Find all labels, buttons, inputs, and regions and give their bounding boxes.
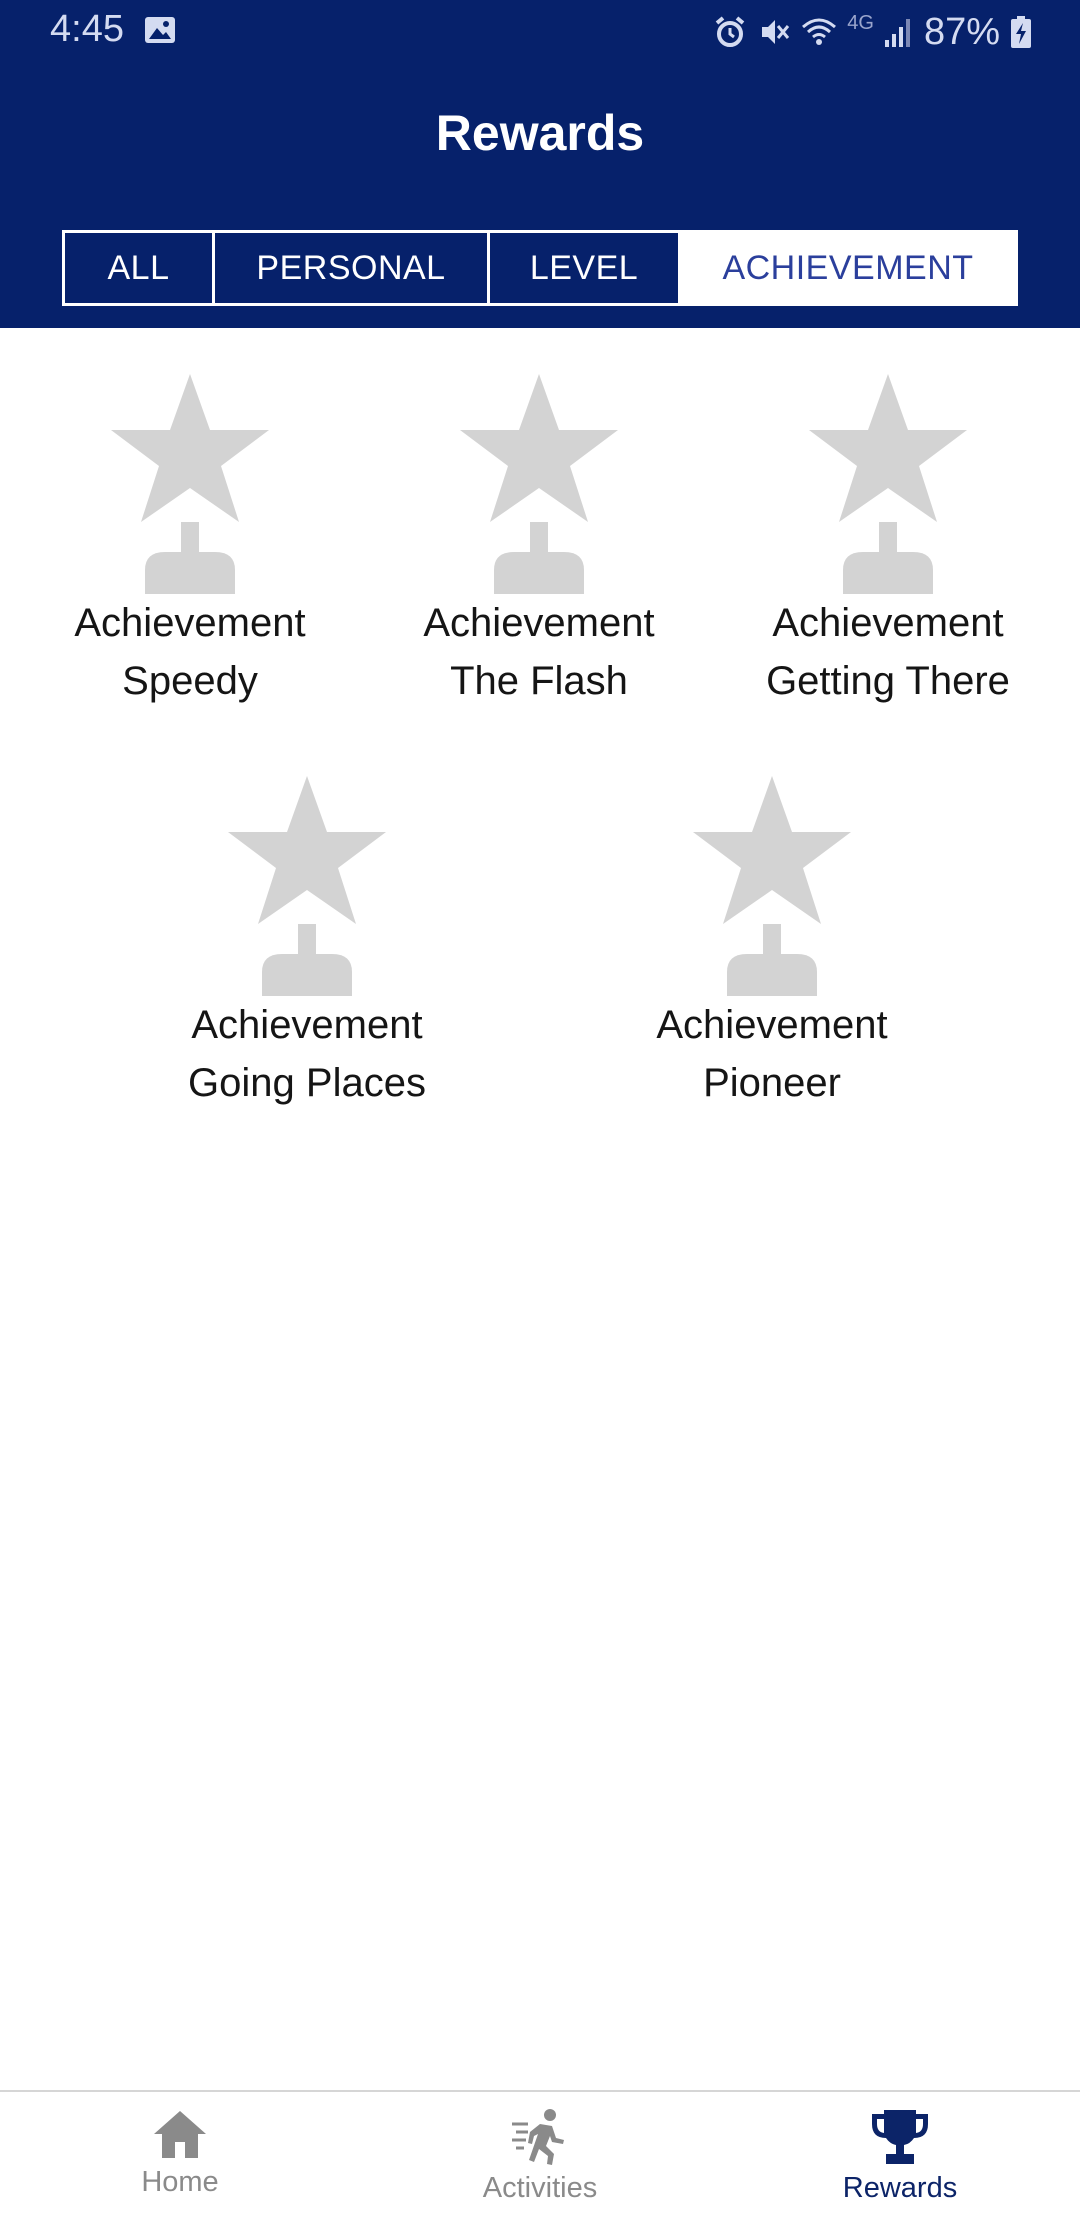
home-icon <box>154 2111 206 2158</box>
nav-home[interactable]: Home <box>0 2092 360 2220</box>
status-bar: 4:45 4G 87% <box>0 0 1080 64</box>
award-title: The Flash <box>450 659 628 703</box>
battery-percentage: 87% <box>923 10 1000 53</box>
signal-icon <box>884 19 910 47</box>
app-header: 4:45 4G 87% Rewards ALL PERSONAL LEVEL A… <box>0 0 1080 328</box>
page-title: Rewards <box>435 105 645 161</box>
trophy-star-icon <box>693 776 851 996</box>
tab-personal[interactable]: PERSONAL <box>215 233 490 303</box>
award-category: Achievement <box>191 1003 423 1047</box>
nav-rewards-label: Rewards <box>842 2172 958 2204</box>
award-title: Pioneer <box>703 1061 841 1105</box>
status-time: 4:45 <box>50 8 124 50</box>
status-icons: 4G 87% <box>713 8 1032 56</box>
award-category: Achievement <box>656 1003 888 1047</box>
award-title: Getting There <box>766 659 1010 703</box>
wifi-icon <box>802 18 837 45</box>
award-speedy[interactable]: Achievement Speedy <box>40 372 340 710</box>
award-the-flash[interactable]: Achievement The Flash <box>389 372 689 710</box>
trophy-star-icon <box>809 374 967 594</box>
trophy-star-icon <box>460 374 618 594</box>
award-category: Achievement <box>423 601 655 645</box>
award-getting-there[interactable]: Achievement Getting There <box>738 372 1038 710</box>
award-category: Achievement <box>74 601 306 645</box>
running-icon <box>512 2109 564 2165</box>
battery-charging-icon <box>1011 16 1031 48</box>
network-type: 4G <box>847 12 874 34</box>
trophy-star-icon <box>111 374 269 594</box>
tab-achievement[interactable]: ACHIEVEMENT <box>681 233 1015 303</box>
reward-tabs: ALL PERSONAL LEVEL ACHIEVEMENT <box>62 230 1018 306</box>
tab-level[interactable]: LEVEL <box>490 233 681 303</box>
award-pioneer[interactable]: Achievement Pioneer <box>622 774 922 1112</box>
award-title: Speedy <box>122 659 258 703</box>
trophy-star-icon <box>228 776 386 996</box>
award-going-places[interactable]: Achievement Going Places <box>157 774 457 1112</box>
nav-activities-label: Activities <box>482 2172 598 2204</box>
bottom-navigation: Home Activities Rewards <box>0 2090 1080 2220</box>
mute-icon <box>762 20 790 44</box>
image-icon <box>145 17 175 43</box>
award-title: Going Places <box>188 1061 426 1105</box>
tab-all[interactable]: ALL <box>65 233 215 303</box>
rewards-screen: 4:45 4G 87% Rewards ALL PERSONAL LEVEL A… <box>0 0 1080 2220</box>
award-category: Achievement <box>772 601 1004 645</box>
nav-activities[interactable]: Activities <box>360 2092 720 2220</box>
alarm-icon <box>715 16 745 47</box>
nav-rewards[interactable]: Rewards <box>720 2092 1080 2220</box>
nav-home-label: Home <box>141 2166 219 2198</box>
trophy-icon <box>872 2110 928 2164</box>
